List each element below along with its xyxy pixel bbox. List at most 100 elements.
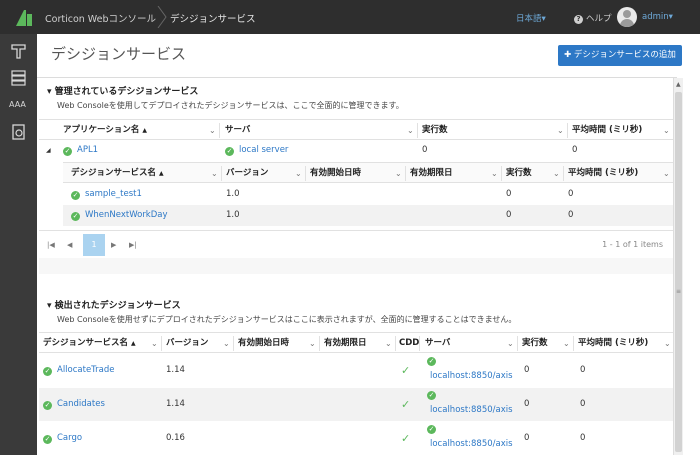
last-page-icon[interactable]: ▶| [129,231,137,259]
server-link[interactable]: localhost:8850/axis [430,400,513,421]
check-circle-icon: ✓ [71,191,80,200]
next-page-icon[interactable]: ▶ [111,231,116,259]
service-name: ✓ Cargo [43,428,82,449]
col-avg-time[interactable]: 平均時間 (ミリ秒) [572,120,642,141]
pager-info: 1 - 1 of 1 items [602,240,663,249]
app-server-link[interactable]: local server [239,145,288,155]
col-app-name-label: アプリケーション名 [63,125,140,135]
server-link[interactable]: localhost:8850/axis [430,366,513,387]
col-avg-time[interactable]: 平均時間 (ミリ秒) [578,333,648,354]
text-aa-icon[interactable]: AAA [9,94,28,113]
corticon-logo-icon[interactable] [14,8,34,28]
col-version[interactable]: バージョン [166,333,208,354]
col-version[interactable]: バージョン [226,163,268,184]
table-row[interactable]: ✓ sample_test1 1.0 0 0 [63,184,673,205]
col-service-name[interactable]: デシジョンサービス名 ▲ [43,333,136,354]
language-dropdown[interactable]: 日本語▾ [516,12,546,24]
chevron-down-icon[interactable]: ⌄ [553,163,560,184]
decision-service-icon[interactable] [9,42,28,61]
app-row[interactable]: ◢ ✓ APL1 ✓ local server 0 0 [39,140,673,161]
detected-title: 検出されたデシジョンサービス [54,301,181,311]
spacer [39,258,673,274]
avatar[interactable] [617,7,637,27]
service-version: 1.0 [226,189,240,199]
chevron-down-icon[interactable]: ⌄ [407,120,414,141]
add-decision-service-button[interactable]: ✚ デシジョンサービスの追加 [558,45,682,66]
detected-description: Web Consoleを使用せずにデプロイされたデシジョンサービスはここに表示さ… [57,315,517,324]
current-page[interactable]: 1 [83,234,105,256]
chevron-down-icon[interactable]: ⌄ [557,120,564,141]
scrollbar-thumb[interactable] [675,92,682,452]
service-avg-time: 0 [580,365,586,375]
service-version: 1.14 [166,365,185,375]
collapse-icon: ▾ [47,301,52,311]
page-title: デシジョンサービス [51,45,187,63]
col-service-name-label: デシジョンサービス名 [43,338,129,348]
table-row[interactable]: ✓ Cargo 0.16 ✓ ✓ localhost:8850/axis 0 0 [39,422,673,455]
database-icon[interactable] [9,68,28,87]
chevron-down-icon[interactable]: ⌄ [385,333,392,354]
sidebar: AAA [0,34,37,455]
vertical-scrollbar[interactable]: ▲ ≡ [673,78,683,455]
sort-up-icon: ▲ [131,340,136,347]
col-end-date[interactable]: 有効期限日 [410,163,453,184]
service-executions: 0 [524,433,530,443]
cdd-check-icon: ✓ [401,364,411,377]
service-version: 0.16 [166,433,185,443]
chevron-down-icon[interactable]: ⌄ [563,333,570,354]
service-name-link[interactable]: sample_test1 [85,189,142,199]
service-name-link[interactable]: Cargo [57,433,82,443]
col-start-date[interactable]: 有効開始日時 [310,163,361,184]
managed-section-title[interactable]: ▾ 管理されているデシジョンサービス [47,84,198,97]
col-service-executions[interactable]: 実行数 [506,163,532,184]
col-service-name[interactable]: デシジョンサービス名 ▲ [71,163,164,184]
col-server[interactable]: サーバ [225,120,250,141]
clipboard-icon[interactable] [9,122,28,141]
managed-title: 管理されているデシジョンサービス [54,87,199,97]
col-executions[interactable]: 実行数 [422,120,448,141]
service-table-header: デシジョンサービス名 ▲ ⌄ バージョン ⌄ 有効開始日時 ⌄ 有効期限日 ⌄ 実… [63,162,673,183]
service-avg-time: 0 [568,189,574,199]
col-cdd[interactable]: CDD [399,333,419,354]
chevron-down-icon[interactable]: ⌄ [507,333,514,354]
cdd-check-icon: ✓ [401,398,411,411]
table-row[interactable]: ✓ WhenNextWorkDay 1.0 0 0 [63,205,673,226]
col-start-date[interactable]: 有効開始日時 [238,333,289,354]
help-link[interactable]: ? ヘルプ [574,12,612,24]
chevron-down-icon[interactable]: ⌄ [395,163,402,184]
first-page-icon[interactable]: |◀ [47,231,55,259]
scroll-up-icon[interactable]: ▲ [676,81,681,88]
table-row[interactable]: ✓ Candidates 1.14 ✓ ✓ localhost:8850/axis… [39,388,673,421]
service-name-link[interactable]: Candidates [57,399,105,409]
chevron-down-icon[interactable]: ⌄ [491,163,498,184]
check-circle-icon: ✓ [427,357,436,366]
check-circle-icon: ✓ [43,401,52,410]
detected-section-title[interactable]: ▾ 検出されたデシジョンサービス [47,298,181,311]
collapse-icon: ▾ [47,87,52,97]
expand-icon[interactable]: ◢ [46,140,51,161]
breadcrumb-app[interactable]: Corticon Webコンソール [45,11,156,25]
app-server: ✓ local server [225,140,288,161]
chevron-down-icon[interactable]: ⌄ [663,163,670,184]
service-name-link[interactable]: AllocateTrade [57,365,114,375]
chevron-down-icon[interactable]: ⌄ [151,333,158,354]
service-executions: 0 [506,189,512,199]
chevron-down-icon[interactable]: ⌄ [223,333,230,354]
service-name: ✓ WhenNextWorkDay [71,205,168,226]
col-end-date[interactable]: 有効期限日 [324,333,367,354]
chevron-down-icon[interactable]: ⌄ [663,120,670,141]
chevron-down-icon[interactable]: ⌄ [309,333,316,354]
chevron-down-icon[interactable]: ⌄ [664,333,671,354]
user-menu[interactable]: admin▾ [642,12,673,22]
col-service-avg-time[interactable]: 平均時間 (ミリ秒) [568,163,638,184]
chevron-down-icon[interactable]: ⌄ [209,120,216,141]
chevron-down-icon[interactable]: ⌄ [211,163,218,184]
prev-page-icon[interactable]: ◀ [67,231,72,259]
app-name-link[interactable]: APL1 [77,145,98,155]
table-row[interactable]: ✓ AllocateTrade 1.14 ✓ ✓ localhost:8850/a… [39,354,673,387]
chevron-down-icon[interactable]: ⌄ [295,163,302,184]
service-name-link[interactable]: WhenNextWorkDay [85,210,168,220]
server-link[interactable]: localhost:8850/axis [430,434,513,455]
col-executions[interactable]: 実行数 [522,333,548,354]
col-app-name[interactable]: アプリケーション名 ▲ [63,120,147,141]
